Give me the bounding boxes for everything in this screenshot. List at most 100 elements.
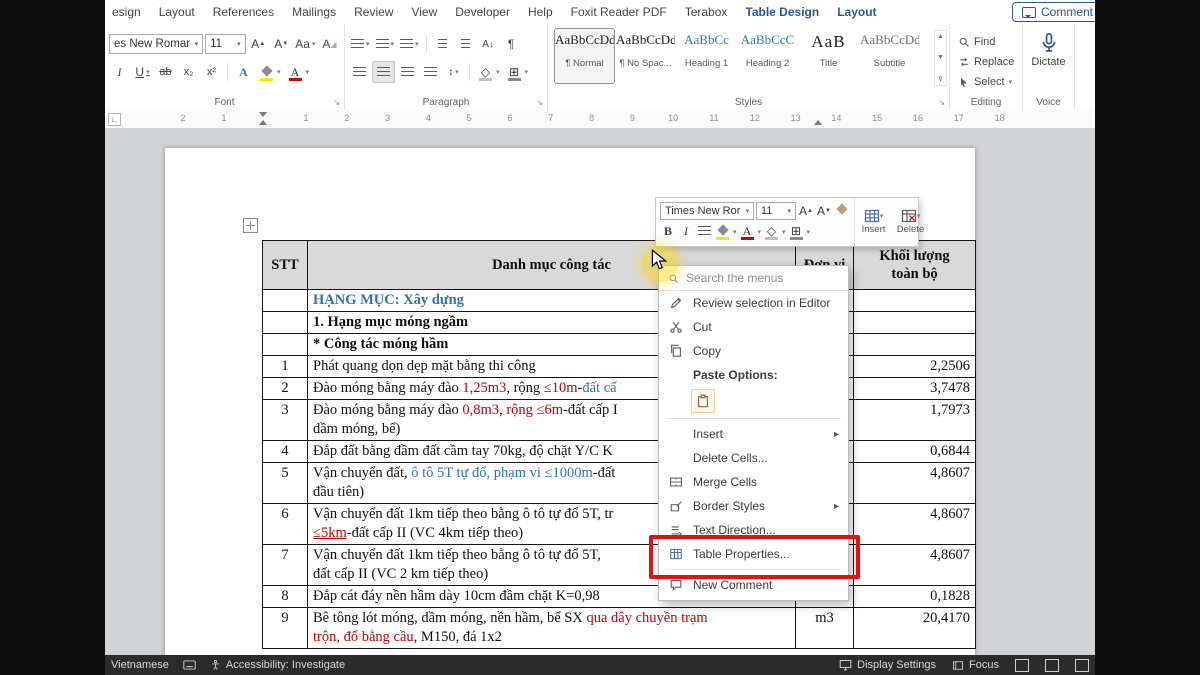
styles-dialog-launcher[interactable]: ↘	[938, 98, 945, 107]
paste-option-keep-source[interactable]	[659, 387, 848, 415]
tab-layout[interactable]: Layout	[150, 1, 204, 23]
cell-khoi-luong[interactable]: 1,7973	[854, 400, 976, 441]
numbering-button[interactable]	[374, 34, 397, 54]
mini-font-size-combobox[interactable]: 11▾	[756, 202, 796, 220]
header-stt[interactable]: STT	[263, 241, 308, 290]
language-status[interactable]: Vietnamese	[111, 659, 169, 671]
menu-search-box[interactable]: Search the menus	[659, 266, 848, 291]
cell-stt[interactable]: 7	[263, 545, 308, 586]
tab-layout[interactable]: Layout	[828, 1, 885, 23]
cell-khoi-luong[interactable]: 4,8607	[854, 545, 976, 586]
mini-borders-button[interactable]: ⊞	[788, 223, 811, 241]
hanging-indent-marker[interactable]	[259, 120, 267, 125]
menu-item-paste-options[interactable]: Paste Options:	[659, 363, 848, 387]
font-color-button[interactable]: A	[285, 62, 312, 82]
header-khoi-luong[interactable]: Khối lượngtoàn bộ	[854, 241, 976, 290]
style-heading-2[interactable]: AaBbCcCHeading 2	[738, 29, 797, 83]
menu-item-merge-cells[interactable]: Merge Cells	[659, 470, 848, 494]
cell-danh-muc[interactable]: Bê tông lót móng, dầm móng, nền hầm, bể …	[308, 608, 796, 649]
find-button[interactable]: Find	[958, 32, 1022, 52]
align-center-button[interactable]	[372, 61, 395, 83]
cell-stt[interactable]: 4	[263, 441, 308, 463]
spellcheck-status[interactable]	[183, 660, 196, 670]
menu-item-review-selection-in-editor[interactable]: Review selection in Editor	[659, 291, 848, 315]
styles-gallery-scrollbar[interactable]: ▲▼⊽	[934, 30, 947, 86]
style-title[interactable]: AaBTitle	[799, 29, 858, 83]
font-dialog-launcher[interactable]: ↘	[333, 98, 340, 107]
focus-button[interactable]: Focus	[952, 659, 999, 671]
tab-esign[interactable]: esign	[105, 1, 150, 23]
cell-khoi-luong[interactable]	[854, 334, 976, 356]
highlight-color-button[interactable]	[256, 62, 283, 82]
font-size-combobox[interactable]: 11▾	[205, 34, 246, 54]
view-web-layout-button[interactable]	[1075, 659, 1089, 672]
first-line-indent-marker[interactable]	[259, 112, 267, 117]
tab-foxit-reader-pdf[interactable]: Foxit Reader PDF	[562, 1, 676, 23]
align-left-button[interactable]	[349, 62, 370, 82]
line-spacing-button[interactable]: ↕	[443, 62, 464, 82]
font-name-combobox[interactable]: es New Romar▾	[109, 34, 203, 54]
cell-khoi-luong[interactable]: 20,4170	[854, 608, 976, 649]
style-no-spac[interactable]: AaBbCcDd¶ No Spac...	[616, 29, 675, 83]
cell-don-vi[interactable]: m3	[796, 608, 854, 649]
style-heading-1[interactable]: AaBbCcHeading 1	[677, 29, 736, 83]
mini-italic-button[interactable]: I	[678, 223, 694, 241]
cell-khoi-luong[interactable]: 0,6844	[854, 441, 976, 463]
menu-item-cut[interactable]: Cut	[659, 315, 848, 339]
format-painter-button[interactable]	[834, 202, 850, 220]
cell-stt[interactable]: 1	[263, 356, 308, 378]
paragraph-dialog-launcher[interactable]: ↘	[536, 98, 543, 107]
menu-item-border-styles[interactable]: Border Styles▸	[659, 494, 848, 518]
bullets-button[interactable]	[349, 34, 372, 54]
cell-khoi-luong[interactable]	[854, 290, 976, 312]
accessibility-status[interactable]: Accessibility: Investigate	[210, 659, 345, 671]
mini-highlight-button[interactable]	[714, 223, 737, 241]
cell-khoi-luong[interactable]: 4,8607	[854, 504, 976, 545]
cell-khoi-luong[interactable]: 4,8607	[854, 463, 976, 504]
select-button[interactable]: Select▾	[958, 72, 1022, 92]
cell-stt[interactable]	[263, 334, 308, 356]
tab-terabox[interactable]: Terabox	[676, 1, 737, 23]
display-settings-button[interactable]: Display Settings	[839, 659, 936, 671]
cell-khoi-luong[interactable]	[854, 312, 976, 334]
right-indent-marker[interactable]	[814, 120, 822, 125]
sort-button[interactable]: A↓	[478, 34, 499, 54]
mini-font-name-combobox[interactable]: Times New Ror▾	[660, 202, 754, 220]
replace-button[interactable]: Replace	[958, 52, 1022, 72]
tab-help[interactable]: Help	[519, 1, 562, 23]
menu-item-copy[interactable]: Copy	[659, 339, 848, 363]
cell-stt[interactable]: 9	[263, 608, 308, 649]
text-effects-button[interactable]: A	[233, 62, 254, 82]
mini-bold-button[interactable]: B	[660, 223, 676, 241]
view-print-layout-button[interactable]	[1015, 659, 1029, 672]
align-right-button[interactable]	[397, 62, 418, 82]
menu-item-delete-cells[interactable]: Delete Cells...	[659, 446, 848, 470]
mini-font-color-button[interactable]: A	[739, 223, 762, 241]
show-marks-button[interactable]: ¶	[501, 34, 522, 54]
cell-stt[interactable]: 2	[263, 378, 308, 400]
multilevel-list-button[interactable]	[398, 34, 421, 54]
tab-view[interactable]: View	[402, 1, 446, 23]
cell-khoi-luong[interactable]: 3,7478	[854, 378, 976, 400]
menu-item-insert[interactable]: Insert▸	[659, 422, 848, 446]
tab-selector[interactable]: ∟	[108, 113, 121, 126]
cell-khoi-luong[interactable]: 2,2506	[854, 356, 976, 378]
cell-khoi-luong[interactable]: 0,1828	[854, 586, 976, 608]
mini-insert-button[interactable]: ▾ Insert	[855, 198, 892, 246]
justify-button[interactable]	[420, 62, 441, 82]
dictate-button[interactable]: Dictate	[1023, 32, 1074, 68]
tab-developer[interactable]: Developer	[446, 1, 519, 23]
shrink-font-button[interactable]: A▼	[271, 34, 292, 54]
mini-shrink-font-button[interactable]: A▼	[816, 202, 832, 220]
grow-font-button[interactable]: A▲	[248, 34, 269, 54]
increase-indent-button[interactable]	[455, 34, 476, 54]
tab-mailings[interactable]: Mailings	[283, 1, 345, 23]
italic-button[interactable]: I	[109, 62, 130, 82]
comments-button[interactable]: Comment	[1012, 2, 1095, 22]
cell-stt[interactable]: 3	[263, 400, 308, 441]
cell-stt[interactable]: 6	[263, 504, 308, 545]
decrease-indent-button[interactable]	[432, 34, 453, 54]
mini-grow-font-button[interactable]: A▲	[798, 202, 814, 220]
underline-button[interactable]: U	[132, 62, 153, 82]
style-normal[interactable]: AaBbCcDd¶ Normal	[555, 29, 614, 83]
